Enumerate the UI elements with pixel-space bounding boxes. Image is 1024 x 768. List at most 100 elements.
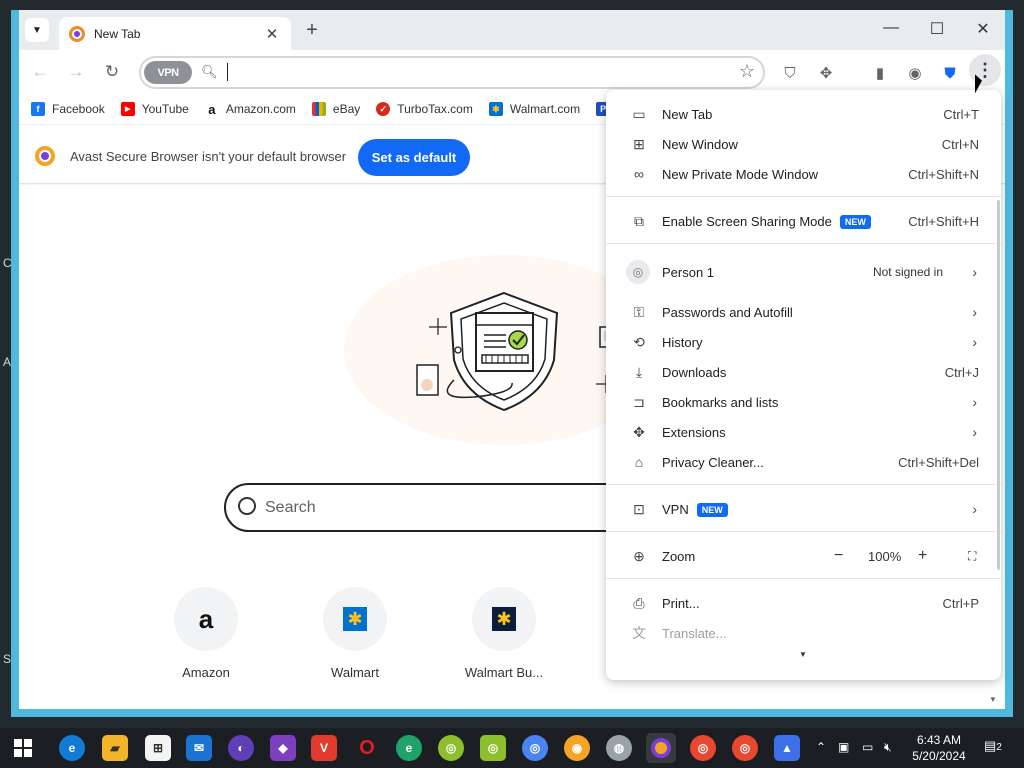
desktop-icon-label: A <box>3 355 12 369</box>
fullscreen-icon[interactable]: ⛶ <box>968 549 976 564</box>
menu-item-label: Extensions <box>662 424 726 440</box>
chromium-icon[interactable]: ◎ <box>690 735 716 761</box>
browser-main-menu: ▭ New Tab Ctrl+T ⊞ New Window Ctrl+N ∞ N… <box>606 90 1001 680</box>
bookmark-amazon[interactable]: a Amazon.com <box>205 102 296 117</box>
shortcut-tile-walmart-business[interactable]: ✱ Walmart Bu... <box>459 587 549 680</box>
system-clock[interactable]: 6:43 AM 5/20/2024 <box>900 732 978 764</box>
menu-item-print[interactable]: ⎙ Print... Ctrl+P <box>606 588 1001 618</box>
avatar: ◎ <box>626 260 650 284</box>
new-tab-button[interactable]: + <box>301 19 323 42</box>
close-icon[interactable]: ✕ <box>263 25 281 43</box>
bookmark-youtube[interactable]: ▶ YouTube <box>120 102 189 116</box>
extensions-icon[interactable]: ✥ <box>816 63 836 83</box>
address-bar[interactable]: VPN 🔍︎ ☆ <box>139 56 765 89</box>
tab-strip: ▼ New Tab ✕ + — ☐ ✕ <box>19 10 1005 50</box>
reload-button[interactable]: ↻ <box>101 62 123 82</box>
opera-icon[interactable]: O <box>354 735 380 761</box>
tray-overflow-icon[interactable]: ⌃ <box>816 740 826 754</box>
menu-item-privacy-cleaner[interactable]: ⌂ Privacy Cleaner... Ctrl+Shift+Del <box>606 447 1001 477</box>
menu-item-label: Person 1 <box>662 264 715 280</box>
new-badge: NEW <box>696 502 728 517</box>
set-as-default-button[interactable]: Set as default <box>358 139 470 176</box>
menu-item-screen-sharing[interactable]: ⧉ Enable Screen Sharing Mode NEW Ctrl+Shi… <box>606 206 1001 236</box>
shield-icon[interactable]: ⛉ <box>780 63 800 83</box>
forward-button[interactable]: → <box>65 62 87 82</box>
notification-count: 2 <box>996 742 1002 753</box>
mail-icon[interactable]: ✉ <box>186 735 212 761</box>
avast-browser-icon[interactable]: ◉ <box>564 735 590 761</box>
bookmark-star-icon[interactable]: ☆ <box>739 61 755 82</box>
search-icon: 🔍︎ <box>201 64 218 79</box>
menu-item-label: New Private Mode Window <box>662 166 819 182</box>
chrome-dev-icon[interactable]: ◎ <box>438 735 464 761</box>
menu-item-passwords[interactable]: ⚿ Passwords and Autofill › <box>606 297 1001 327</box>
firefox-icon[interactable]: ◐ <box>228 735 254 761</box>
menu-item-label: Privacy Cleaner... <box>662 454 764 470</box>
avast-secure-browser-icon[interactable] <box>646 733 676 763</box>
menu-divider <box>606 196 1001 197</box>
menu-item-person[interactable]: ◎ Person 1 Not signed in › <box>606 257 1001 287</box>
bookmark-ebay[interactable]: eBay <box>311 102 360 116</box>
bookmark-walmart[interactable]: ✱ Walmart.com <box>488 102 580 116</box>
vpn-button[interactable]: VPN <box>144 61 192 84</box>
menu-item-history[interactable]: ⟲ History › <box>606 327 1001 357</box>
app-icon[interactable]: ◎ <box>480 735 506 761</box>
menu-item-label: Downloads <box>662 364 727 380</box>
shortcut-tile-walmart[interactable]: ✱ Walmart <box>310 587 400 680</box>
network-icon[interactable]: ▭ <box>862 740 873 754</box>
bookmark-facebook[interactable]: f Facebook <box>31 102 105 116</box>
chrome-icon[interactable]: ◎ <box>522 735 548 761</box>
download-icon: ⤓ <box>635 363 643 380</box>
menu-item-new-window[interactable]: ⊞ New Window Ctrl+N <box>606 129 1001 159</box>
menu-item-new-tab[interactable]: ▭ New Tab Ctrl+T <box>606 99 1001 129</box>
vivaldi-icon[interactable]: V <box>311 735 337 761</box>
menu-item-label: New Tab <box>662 106 713 122</box>
close-window-button[interactable]: ✕ <box>968 19 998 39</box>
menu-item-downloads[interactable]: ⤓ Downloads Ctrl+J <box>606 357 1001 387</box>
bookmark-turbotax[interactable]: ✓ TurboTax.com <box>376 102 473 116</box>
tab-new-tab[interactable]: New Tab ✕ <box>59 17 291 50</box>
zoom-icon: ⊕ <box>633 547 645 564</box>
menu-item-shortcut: Ctrl+P <box>942 595 979 611</box>
back-button[interactable]: ← <box>29 62 51 82</box>
zoom-in-button[interactable]: + <box>918 547 927 565</box>
private-mode-icon: ∞ <box>634 166 644 182</box>
chevron-right-icon: › <box>972 304 977 320</box>
page-search-input[interactable]: Search <box>224 483 664 532</box>
tab-search-button[interactable]: ▼ <box>25 18 49 42</box>
meet-now-icon[interactable]: ▣ <box>838 740 849 754</box>
chevron-down-icon: ▼ <box>32 24 42 36</box>
menu-divider <box>606 578 1001 579</box>
shortcut-tile-amazon[interactable]: a Amazon <box>161 587 251 680</box>
menu-item-vpn[interactable]: ⊡ VPN NEW › <box>606 494 1001 524</box>
file-explorer-icon[interactable]: ▰ <box>102 735 128 761</box>
chromium-alt-icon[interactable]: ◎ <box>732 735 758 761</box>
globe-icon[interactable]: ◍ <box>606 735 632 761</box>
store-icon[interactable]: ⊞ <box>145 735 171 761</box>
menu-item-label: New Window <box>662 136 738 152</box>
menu-item-bookmarks[interactable]: ⊐ Bookmarks and lists › <box>606 387 1001 417</box>
notifications-button[interactable]: ▤2 <box>984 738 1002 754</box>
maximize-button[interactable]: ☐ <box>922 19 952 39</box>
volume-muted-icon[interactable]: 🔇︎ <box>884 740 892 755</box>
start-button[interactable] <box>14 739 32 757</box>
tor-icon[interactable]: ◆ <box>270 735 296 761</box>
menu-scroll-down-icon[interactable]: ▼ <box>799 650 807 659</box>
menu-item-translate[interactable]: 文 Translate... <box>606 618 1001 648</box>
side-panel-icon[interactable]: ▮ <box>870 63 890 83</box>
minimize-button[interactable]: — <box>876 19 906 37</box>
profile-icon[interactable]: ◉ <box>905 63 925 83</box>
menu-item-label: History <box>662 334 703 350</box>
more-menu-button[interactable]: ⋮ <box>969 54 1001 86</box>
menu-item-new-private-window[interactable]: ∞ New Private Mode Window Ctrl+Shift+N <box>606 159 1001 189</box>
menu-item-label: Print... <box>662 595 700 611</box>
edge-canary-icon[interactable]: e <box>396 735 422 761</box>
edge-icon[interactable]: e <box>59 735 85 761</box>
security-shield-icon[interactable]: ⛊ <box>940 63 960 83</box>
bookmark-label: Amazon.com <box>225 102 296 116</box>
menu-item-extensions[interactable]: ✥ Extensions › <box>606 417 1001 447</box>
scroll-down-arrow[interactable]: ▼ <box>989 695 997 704</box>
zoom-out-button[interactable]: − <box>834 547 843 565</box>
menu-scrollbar[interactable] <box>997 200 1000 570</box>
app-blue-icon[interactable]: ▲ <box>774 735 800 761</box>
